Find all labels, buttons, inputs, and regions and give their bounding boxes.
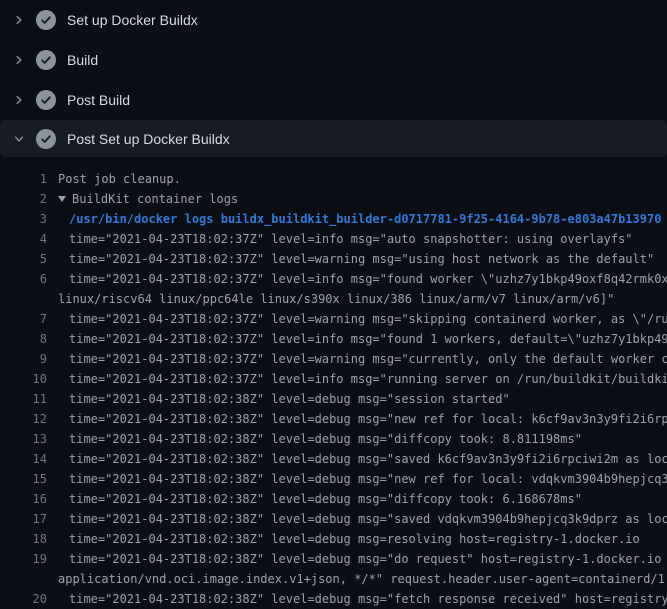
log-line-text: time="2021-04-23T18:02:38Z" level=debug …: [69, 509, 667, 529]
log-line: 9 time="2021-04-23T18:02:37Z" level=warn…: [0, 349, 667, 369]
log-line-number[interactable]: 1: [0, 169, 47, 189]
log-line-number[interactable]: 4: [0, 229, 47, 249]
log-line: 12 time="2021-04-23T18:02:38Z" level=deb…: [0, 409, 667, 429]
log-line-number[interactable]: 19: [0, 549, 47, 569]
log-line-text: time="2021-04-23T18:02:37Z" level=info m…: [69, 229, 633, 249]
log-line-number[interactable]: 12: [0, 409, 47, 429]
log-line-text: time="2021-04-23T18:02:38Z" level=debug …: [69, 409, 667, 429]
log-line: 20 time="2021-04-23T18:02:38Z" level=deb…: [0, 589, 667, 609]
log-line: 2 BuildKit container logs: [0, 189, 667, 209]
log-line-text: time="2021-04-23T18:02:38Z" level=debug …: [69, 529, 640, 549]
log-line: 10 time="2021-04-23T18:02:37Z" level=inf…: [0, 369, 667, 389]
log-line: 1 Post job cleanup.: [0, 169, 667, 189]
log-line: 17 time="2021-04-23T18:02:38Z" level=deb…: [0, 509, 667, 529]
step-header-0[interactable]: Set up Docker Buildx: [0, 0, 667, 40]
chevron-icon[interactable]: [13, 54, 25, 66]
log-line-number[interactable]: 20: [0, 589, 47, 609]
log-line-number[interactable]: 13: [0, 429, 47, 449]
log-line: 13 time="2021-04-23T18:02:38Z" level=deb…: [0, 429, 667, 449]
step-header-1[interactable]: Build: [0, 40, 667, 80]
log-line: linux/riscv64 linux/ppc64le linux/s390x …: [0, 289, 667, 309]
log-line: application/vnd.oci.image.index.v1+json,…: [0, 569, 667, 589]
log-line: 8 time="2021-04-23T18:02:37Z" level=info…: [0, 329, 667, 349]
log-line: 4 time="2021-04-23T18:02:37Z" level=info…: [0, 229, 667, 249]
log-line-number[interactable]: 10: [0, 369, 47, 389]
step-label: Post Build: [67, 90, 130, 110]
log-line-number[interactable]: 18: [0, 529, 47, 549]
log-line-number[interactable]: 2: [0, 189, 47, 209]
log-line-text: time="2021-04-23T18:02:38Z" level=debug …: [69, 549, 667, 569]
log-line-text: time="2021-04-23T18:02:37Z" level=info m…: [69, 269, 667, 289]
log-line-number[interactable]: 15: [0, 469, 47, 489]
chevron-icon[interactable]: [13, 133, 25, 145]
step-header-2[interactable]: Post Build: [0, 80, 667, 120]
check-circle-icon: [36, 129, 56, 149]
step-label: Build: [67, 50, 98, 70]
log-viewer: 1 Post job cleanup. 2 BuildKit container…: [0, 160, 667, 609]
log-line-text: time="2021-04-23T18:02:38Z" level=debug …: [69, 429, 582, 449]
log-line-number[interactable]: 5: [0, 249, 47, 269]
log-line: 6 time="2021-04-23T18:02:37Z" level=info…: [0, 269, 667, 289]
log-line-text: time="2021-04-23T18:02:38Z" level=debug …: [69, 489, 582, 509]
log-line-number[interactable]: [0, 569, 47, 589]
check-circle-icon: [36, 50, 56, 70]
log-line-number[interactable]: 6: [0, 269, 47, 289]
log-line-text: Post job cleanup.: [58, 169, 181, 189]
log-line: 11 time="2021-04-23T18:02:38Z" level=deb…: [0, 389, 667, 409]
log-line: 16 time="2021-04-23T18:02:38Z" level=deb…: [0, 489, 667, 509]
log-line: 19 time="2021-04-23T18:02:38Z" level=deb…: [0, 549, 667, 569]
log-line-number[interactable]: 9: [0, 349, 47, 369]
log-line-number[interactable]: 11: [0, 389, 47, 409]
log-line: 14 time="2021-04-23T18:02:38Z" level=deb…: [0, 449, 667, 469]
triangle-down-icon[interactable]: [58, 196, 66, 202]
log-line-number[interactable]: 16: [0, 489, 47, 509]
log-line-text: application/vnd.oci.image.index.v1+json,…: [58, 569, 667, 589]
check-circle-icon: [36, 90, 56, 110]
log-group-toggle[interactable]: BuildKit container logs: [58, 189, 238, 209]
log-line: 7 time="2021-04-23T18:02:37Z" level=warn…: [0, 309, 667, 329]
log-line-number[interactable]: 14: [0, 449, 47, 469]
chevron-icon[interactable]: [13, 14, 25, 26]
log-line: 15 time="2021-04-23T18:02:38Z" level=deb…: [0, 469, 667, 489]
check-circle-icon: [36, 10, 56, 30]
log-line-text: time="2021-04-23T18:02:37Z" level=warnin…: [69, 249, 654, 269]
log-line-number[interactable]: 8: [0, 329, 47, 349]
log-line: 3 /usr/bin/docker logs buildx_buildkit_b…: [0, 209, 667, 229]
job-steps-list: Set up Docker Buildx Build P: [0, 0, 667, 157]
chevron-icon[interactable]: [13, 94, 25, 106]
log-line-text: time="2021-04-23T18:02:38Z" level=debug …: [69, 589, 667, 609]
log-line-text: time="2021-04-23T18:02:38Z" level=debug …: [69, 449, 667, 469]
log-line-number[interactable]: [0, 289, 47, 309]
step-header-3[interactable]: Post Set up Docker Buildx: [0, 120, 667, 157]
log-line-number[interactable]: 7: [0, 309, 47, 329]
step-label: Set up Docker Buildx: [67, 10, 198, 30]
log-line-number[interactable]: 3: [0, 209, 47, 229]
log-line-text: time="2021-04-23T18:02:37Z" level=warnin…: [69, 349, 667, 369]
log-line: 18 time="2021-04-23T18:02:38Z" level=deb…: [0, 529, 667, 549]
log-line-text: time="2021-04-23T18:02:37Z" level=warnin…: [69, 309, 667, 329]
log-line-text: linux/riscv64 linux/ppc64le linux/s390x …: [58, 289, 614, 309]
log-line-number[interactable]: 17: [0, 509, 47, 529]
log-line-text: time="2021-04-23T18:02:37Z" level=info m…: [69, 369, 667, 389]
log-line-text: /usr/bin/docker logs buildx_buildkit_bui…: [69, 209, 661, 229]
log-line-text: time="2021-04-23T18:02:38Z" level=debug …: [69, 389, 510, 409]
log-line-text: time="2021-04-23T18:02:38Z" level=debug …: [69, 469, 667, 489]
log-line-text: time="2021-04-23T18:02:37Z" level=info m…: [69, 329, 667, 349]
step-label: Post Set up Docker Buildx: [67, 129, 230, 149]
log-line: 5 time="2021-04-23T18:02:37Z" level=warn…: [0, 249, 667, 269]
